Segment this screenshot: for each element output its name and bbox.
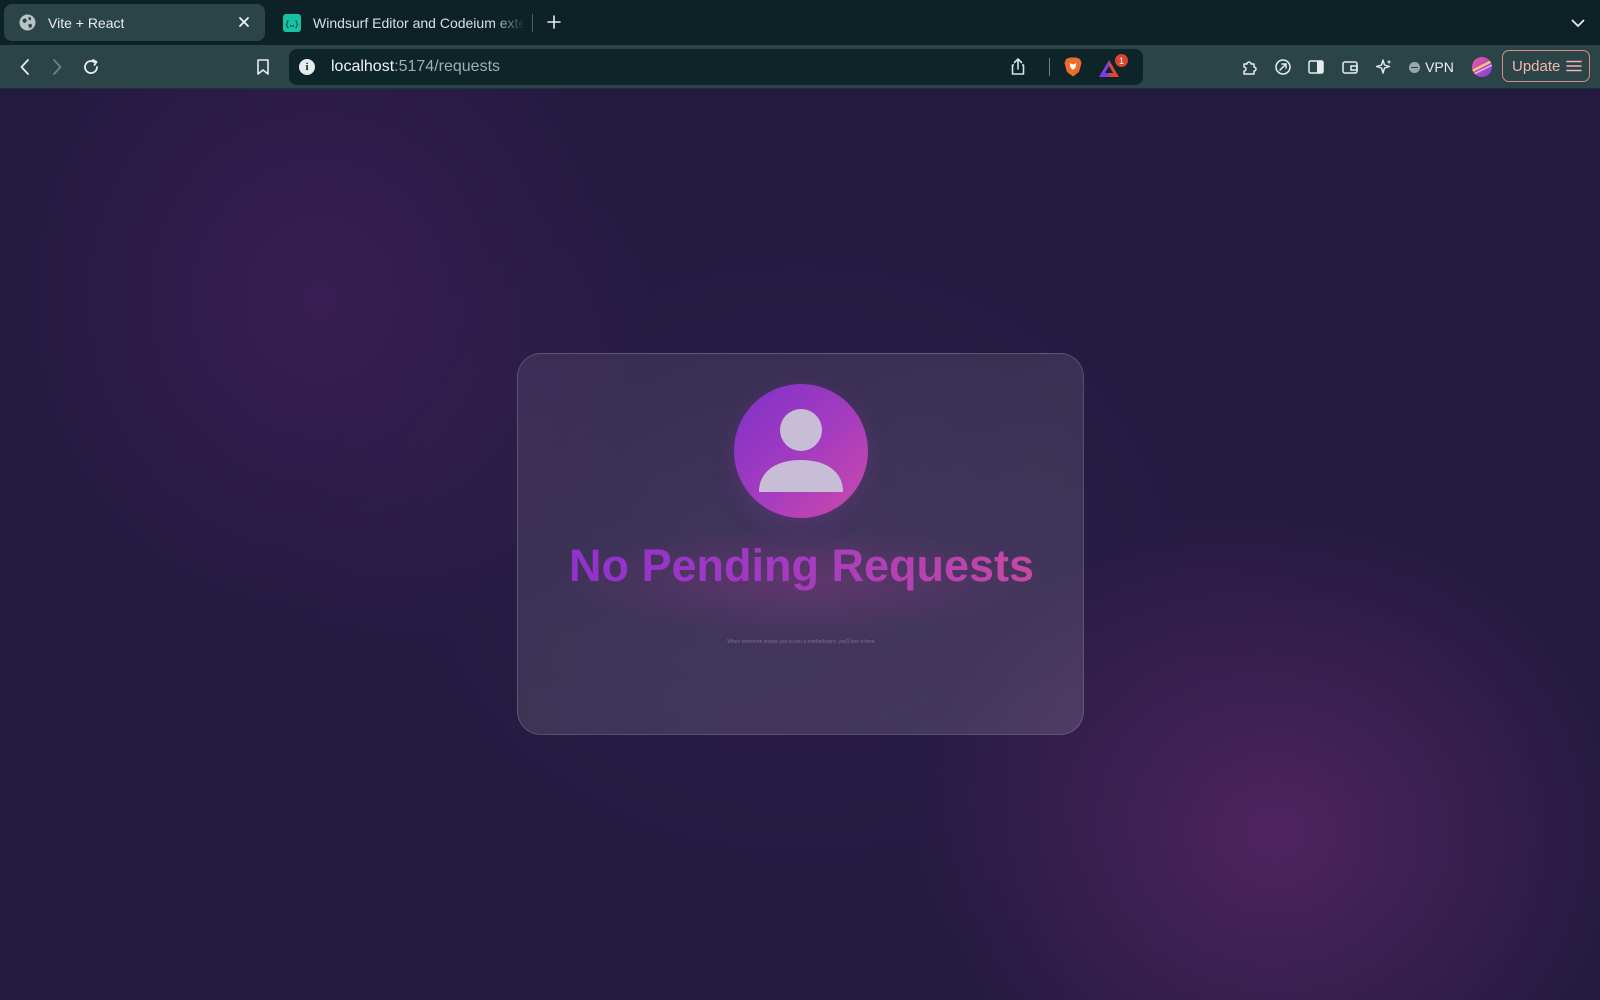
svg-text:{…}: {…} — [285, 19, 299, 28]
tab-strip: Vite + React {…} Windsurf Editor and Cod… — [0, 0, 1600, 45]
profile-avatar[interactable] — [1472, 57, 1492, 77]
site-info-icon[interactable]: i — [299, 59, 315, 75]
leaf-icon — [1275, 59, 1291, 75]
vpn-status-icon — [1409, 61, 1421, 73]
url-text[interactable]: localhost:5174/requests — [331, 58, 500, 76]
tab-vite-react[interactable]: Vite + React — [4, 4, 265, 41]
vpn-button[interactable]: VPN — [1402, 52, 1461, 82]
bookmark-icon — [257, 59, 269, 75]
leo-ai-button[interactable] — [1372, 55, 1396, 79]
chevron-left-icon — [20, 59, 29, 75]
new-tab-button[interactable] — [543, 11, 565, 33]
update-button[interactable]: Update — [1502, 50, 1590, 82]
speedreader-button[interactable] — [1271, 55, 1295, 79]
address-bar[interactable]: i localhost:5174/requests 1 — [289, 49, 1143, 85]
chevron-right-icon — [53, 59, 62, 75]
vpn-label: VPN — [1425, 59, 1454, 75]
brave-shields-icon[interactable] — [1061, 55, 1085, 79]
close-tab-icon[interactable] — [235, 13, 253, 31]
tab-divider — [532, 14, 533, 32]
brave-rewards-button[interactable]: 1 — [1097, 54, 1129, 81]
empty-state-title: No Pending Requests — [518, 540, 1085, 592]
tab-list-button[interactable] — [1568, 13, 1588, 33]
puzzle-icon — [1243, 61, 1257, 75]
back-button[interactable] — [13, 55, 37, 79]
sidebar-toggle-button[interactable] — [1304, 55, 1328, 79]
user-placeholder-icon — [759, 409, 843, 492]
hamburger-menu-icon — [1566, 60, 1583, 72]
profile-icon — [1472, 59, 1492, 76]
globe-icon — [18, 14, 36, 32]
plus-icon — [547, 15, 561, 29]
wallet-button[interactable] — [1338, 55, 1362, 79]
wallet-icon — [1342, 61, 1358, 74]
forward-button[interactable] — [45, 55, 69, 79]
browser-toolbar: i localhost:5174/requests 1 VPN Update — [0, 45, 1600, 89]
sparkle-icon — [1375, 59, 1392, 74]
avatar — [734, 384, 868, 518]
rewards-badge: 1 — [1115, 54, 1128, 67]
empty-state-card: No Pending Requests When someone invites… — [517, 353, 1084, 735]
codeium-icon: {…} — [283, 13, 301, 32]
empty-state-description: When someone invites you to join a marke… — [727, 639, 876, 645]
bookmark-button[interactable] — [251, 55, 275, 79]
reload-button[interactable] — [79, 55, 103, 79]
tab-windsurf[interactable]: {…} Windsurf Editor and Codeium extensio… — [273, 4, 531, 41]
page-content: No Pending Requests When someone invites… — [0, 89, 1600, 1000]
reload-icon — [84, 59, 98, 74]
share-icon[interactable] — [1008, 57, 1028, 77]
tab-title: Windsurf Editor and Codeium extensions — [313, 14, 525, 31]
update-label: Update — [1512, 57, 1561, 75]
tab-title: Vite + React — [48, 14, 125, 31]
sidebar-icon — [1308, 60, 1324, 74]
address-divider — [1049, 58, 1050, 76]
chevron-down-icon — [1571, 19, 1585, 27]
extensions-button[interactable] — [1238, 55, 1262, 79]
